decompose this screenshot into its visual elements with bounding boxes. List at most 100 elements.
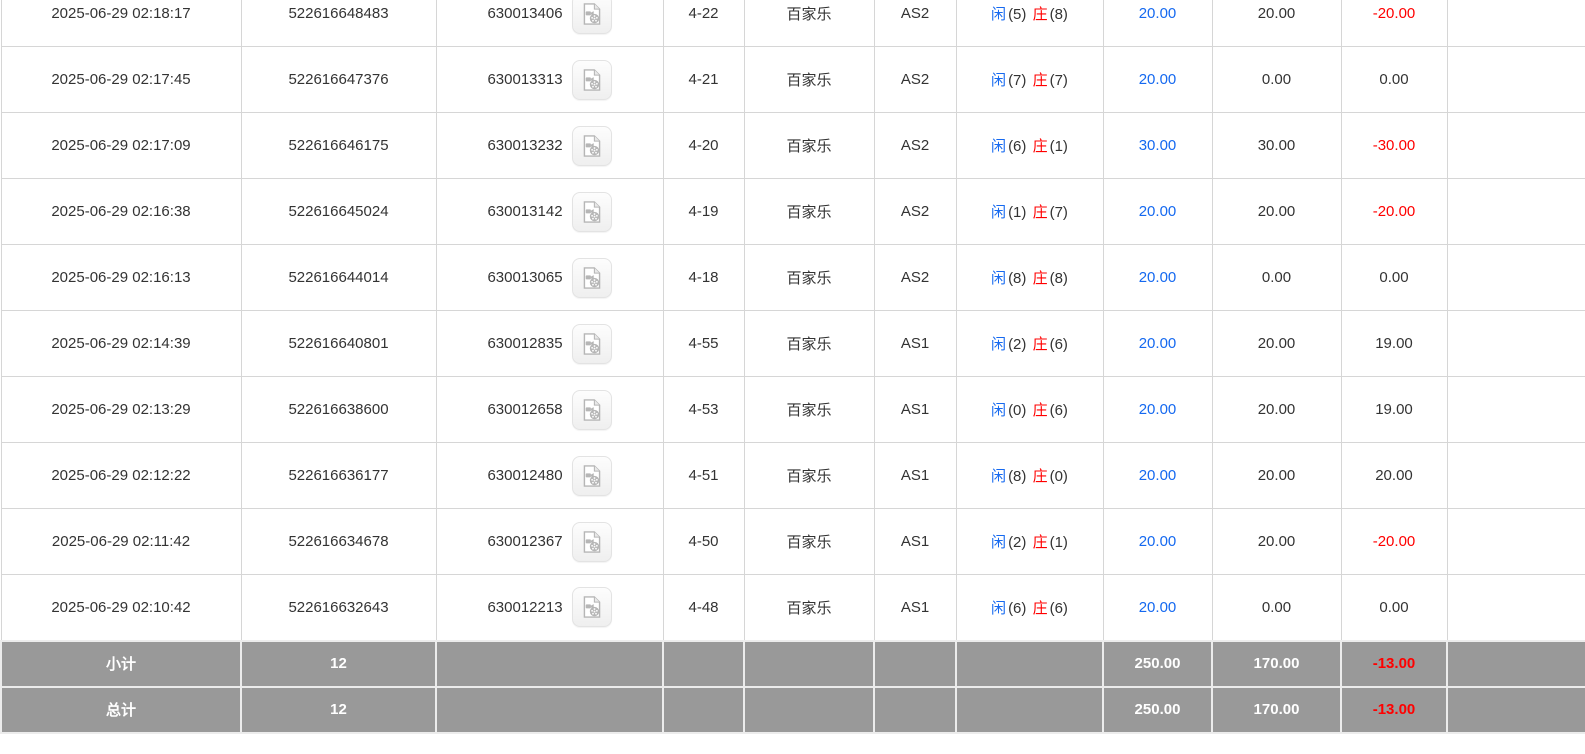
cell-round: 4-48	[663, 575, 744, 641]
banker-label: 庄	[1032, 138, 1049, 155]
cell-extra	[1447, 377, 1585, 443]
video-file-icon	[579, 67, 605, 93]
game-id-text: 630012480	[487, 467, 562, 484]
cell-valid-amount: 20.00	[1212, 377, 1341, 443]
cell-win-loss: -20.00	[1341, 0, 1447, 47]
banker-score: (7)	[1049, 72, 1069, 89]
cell-table-name: AS2	[874, 47, 956, 113]
cell-game-id: 630012480	[436, 443, 663, 509]
cell-table-name: AS1	[874, 443, 956, 509]
cell-game-id: 630013313	[436, 47, 663, 113]
player-label: 闲	[990, 336, 1007, 353]
cell-round: 4-53	[663, 377, 744, 443]
cell-game-name: 百家乐	[744, 575, 874, 641]
cell-order-id: 522616645024	[241, 179, 436, 245]
summary-empty	[874, 641, 956, 687]
video-replay-button[interactable]	[572, 0, 612, 34]
game-id-text: 630012658	[487, 401, 562, 418]
cell-table-name: AS2	[874, 113, 956, 179]
cell-game-name: 百家乐	[744, 377, 874, 443]
cell-bet-amount: 20.00	[1103, 47, 1212, 113]
cell-bet-time: 2025-06-29 02:17:09	[1, 113, 241, 179]
table-row: 2025-06-29 02:17:09 522616646175 6300132…	[1, 113, 1585, 179]
cell-bet-amount: 30.00	[1103, 113, 1212, 179]
game-id-text: 630012213	[487, 599, 562, 616]
cell-table-name: AS1	[874, 575, 956, 641]
cell-order-id: 522616646175	[241, 113, 436, 179]
cell-game-name: 百家乐	[744, 245, 874, 311]
summary-count: 12	[241, 687, 436, 733]
table-row: 2025-06-29 02:12:22 522616636177 6300124…	[1, 443, 1585, 509]
cell-table-name: AS1	[874, 311, 956, 377]
cell-order-id: 522616644014	[241, 245, 436, 311]
table-row: 2025-06-29 02:17:45 522616647376 6300133…	[1, 47, 1585, 113]
banker-score: (6)	[1049, 336, 1069, 353]
player-score: (6)	[1007, 138, 1027, 155]
cell-order-id: 522616638600	[241, 377, 436, 443]
cell-bet-time: 2025-06-29 02:10:42	[1, 575, 241, 641]
cell-extra	[1447, 179, 1585, 245]
summary-empty	[436, 687, 663, 733]
banker-score: (8)	[1049, 270, 1069, 287]
cell-valid-amount: 0.00	[1212, 47, 1341, 113]
cell-round: 4-19	[663, 179, 744, 245]
banker-label: 庄	[1032, 336, 1049, 353]
cell-order-id: 522616632643	[241, 575, 436, 641]
player-score: (1)	[1007, 204, 1027, 221]
cell-table-name: AS2	[874, 0, 956, 47]
video-replay-button[interactable]	[572, 192, 612, 232]
summary-empty	[956, 687, 1103, 733]
cell-game-name: 百家乐	[744, 443, 874, 509]
total-row: 总计 12 250.00 170.00 -13.00	[1, 687, 1585, 733]
game-id-text: 630012835	[487, 335, 562, 352]
cell-bet-amount: 20.00	[1103, 509, 1212, 575]
cell-bet-time: 2025-06-29 02:17:45	[1, 47, 241, 113]
video-replay-button[interactable]	[572, 390, 612, 430]
video-replay-button[interactable]	[572, 258, 612, 298]
video-replay-button[interactable]	[572, 60, 612, 100]
cell-game-name: 百家乐	[744, 0, 874, 47]
cell-bet-amount: 20.00	[1103, 0, 1212, 47]
video-file-icon	[579, 265, 605, 291]
banker-label: 庄	[1032, 72, 1049, 89]
video-replay-button[interactable]	[572, 456, 612, 496]
cell-round: 4-22	[663, 0, 744, 47]
summary-empty	[744, 641, 874, 687]
cell-bet-amount: 20.00	[1103, 575, 1212, 641]
summary-empty	[663, 641, 744, 687]
game-id-text: 630013142	[487, 203, 562, 220]
cell-extra	[1447, 0, 1585, 47]
video-replay-button[interactable]	[572, 587, 612, 627]
banker-score: (7)	[1049, 204, 1069, 221]
banker-score: (6)	[1049, 600, 1069, 617]
video-replay-button[interactable]	[572, 522, 612, 562]
video-file-icon	[579, 594, 605, 620]
cell-extra	[1447, 47, 1585, 113]
summary-empty	[956, 641, 1103, 687]
cell-bet-time: 2025-06-29 02:18:17	[1, 0, 241, 47]
video-file-icon	[579, 1, 605, 27]
cell-round: 4-50	[663, 509, 744, 575]
summary-empty	[874, 687, 956, 733]
cell-round: 4-51	[663, 443, 744, 509]
cell-game-id: 630013065	[436, 245, 663, 311]
cell-bet-amount: 20.00	[1103, 311, 1212, 377]
player-label: 闲	[990, 138, 1007, 155]
cell-result: 闲(7) 庄(7)	[956, 47, 1103, 113]
cell-bet-time: 2025-06-29 02:16:13	[1, 245, 241, 311]
cell-result: 闲(8) 庄(8)	[956, 245, 1103, 311]
table-row: 2025-06-29 02:10:42 522616632643 6300122…	[1, 575, 1585, 641]
cell-game-id: 630012213	[436, 575, 663, 641]
player-score: (0)	[1007, 402, 1027, 419]
video-replay-button[interactable]	[572, 126, 612, 166]
player-label: 闲	[990, 534, 1007, 551]
banker-score: (6)	[1049, 402, 1069, 419]
cell-bet-time: 2025-06-29 02:11:42	[1, 509, 241, 575]
cell-valid-amount: 20.00	[1212, 443, 1341, 509]
video-replay-button[interactable]	[572, 324, 612, 364]
summary-valid-total: 170.00	[1212, 687, 1341, 733]
table-row: 2025-06-29 02:16:38 522616645024 6300131…	[1, 179, 1585, 245]
cell-result: 闲(6) 庄(6)	[956, 575, 1103, 641]
cell-game-id: 630012658	[436, 377, 663, 443]
cell-result: 闲(2) 庄(1)	[956, 509, 1103, 575]
